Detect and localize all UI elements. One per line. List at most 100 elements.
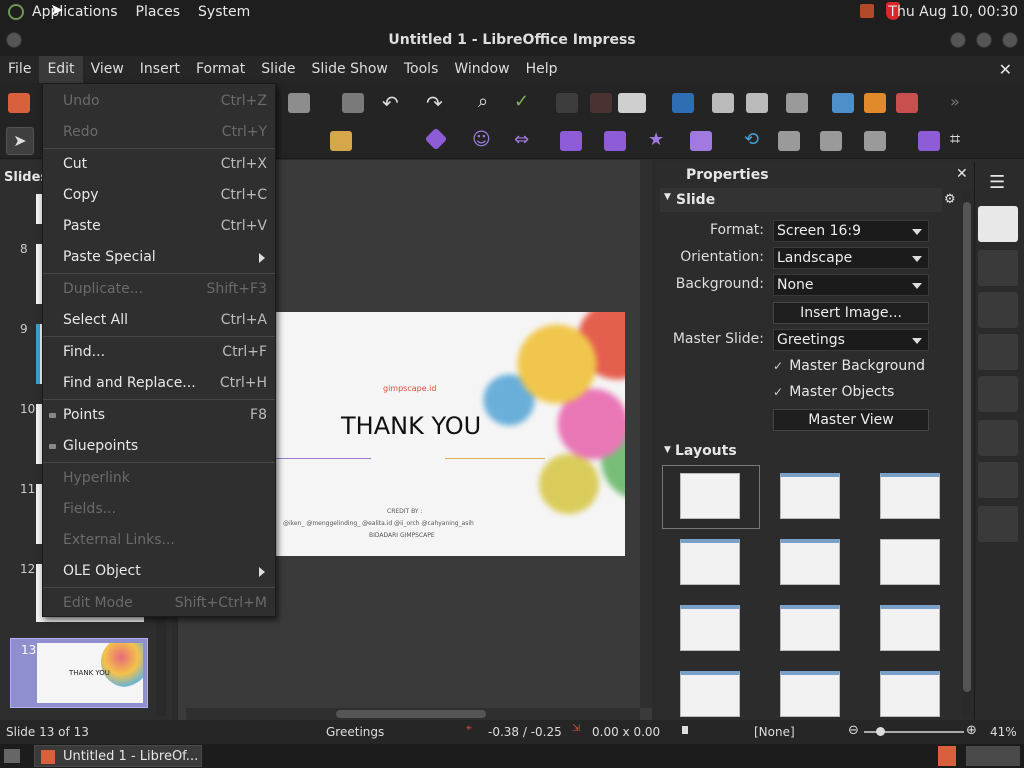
shadow-icon[interactable]	[918, 131, 940, 151]
find-replace-icon[interactable]: ⌕	[478, 91, 488, 112]
slide-transition-deck-icon[interactable]	[978, 420, 1018, 456]
animation-deck-icon[interactable]	[978, 462, 1018, 498]
menu-item-edit-mode[interactable]: Edit Mode Shift+Ctrl+M	[43, 588, 275, 619]
menu-item-copy[interactable]: Copy Ctrl+C	[43, 180, 275, 211]
shapes-deck-icon[interactable]	[978, 376, 1018, 412]
menu-item-external-links[interactable]: External Links...	[43, 525, 275, 556]
menu-edit[interactable]: Edit	[39, 56, 83, 83]
minimize-button[interactable]	[950, 32, 966, 48]
media-icon[interactable]	[864, 93, 886, 113]
menu-tools[interactable]: Tools	[396, 56, 447, 83]
menu-file[interactable]: File	[0, 56, 39, 83]
image-icon[interactable]	[832, 93, 854, 113]
layout-title-2content-content[interactable]	[680, 605, 740, 651]
master-view-button[interactable]: Master View	[773, 409, 929, 431]
zoom-slider-handle[interactable]	[876, 727, 885, 736]
menu-item-duplicate[interactable]: Duplicate... Shift+F3	[43, 274, 275, 305]
chart-icon[interactable]	[896, 93, 918, 113]
properties-deck-icon[interactable]	[978, 206, 1018, 242]
helplines-icon[interactable]	[590, 93, 612, 113]
display-views-icon[interactable]	[618, 93, 646, 113]
navigator-deck-icon[interactable]	[978, 334, 1018, 370]
rotate-icon[interactable]: ⟲	[744, 129, 759, 150]
stars-icon[interactable]: ★	[648, 129, 664, 150]
zoom-slider[interactable]	[864, 727, 964, 736]
selected-slide-thumbnail[interactable]: 13 THANK YOU	[10, 638, 148, 708]
maximize-button[interactable]	[976, 32, 992, 48]
insert-image-button[interactable]: Insert Image...	[773, 302, 929, 324]
show-desktop-icon[interactable]	[4, 749, 20, 763]
layout-title-2content-over[interactable]	[880, 605, 940, 651]
select-tool-icon[interactable]: ➤	[6, 127, 34, 155]
window-menu-icon[interactable]	[6, 32, 22, 48]
master-objects-checkbox[interactable]: ✓ Master Objects	[773, 384, 894, 404]
clock[interactable]: Thu Aug 10, 00:30	[888, 4, 1018, 20]
menu-window[interactable]: Window	[446, 56, 517, 83]
spelling-icon[interactable]: ✓	[514, 91, 529, 112]
vertical-scrollbar[interactable]	[640, 160, 652, 708]
menu-item-find[interactable]: Find... Ctrl+F	[43, 337, 275, 368]
line-color-icon[interactable]	[330, 131, 352, 151]
workspace-switcher[interactable]	[966, 746, 1020, 766]
slide-properties-settings-icon[interactable]: ⚙	[944, 192, 956, 207]
master-slide-icon[interactable]	[672, 93, 694, 113]
flowchart-icon[interactable]	[560, 131, 582, 151]
callouts-icon[interactable]	[604, 131, 626, 151]
styles-deck-icon[interactable]	[978, 250, 1018, 286]
arrange-icon[interactable]	[820, 131, 842, 151]
background-dropdown[interactable]: None	[773, 274, 929, 296]
format-dropdown[interactable]: Screen 16:9	[773, 220, 929, 242]
document-modified-icon[interactable]	[682, 726, 688, 734]
menu-slide-show[interactable]: Slide Show	[303, 56, 395, 83]
redo-icon[interactable]: ↷	[426, 91, 443, 115]
layout-title-content[interactable]	[880, 473, 940, 519]
menu-item-paste[interactable]: Paste Ctrl+V	[43, 211, 275, 242]
layout-title-content[interactable]	[780, 473, 840, 519]
menu-item-ole-object[interactable]: OLE Object	[43, 556, 275, 587]
layout-centered-text[interactable]	[880, 539, 940, 585]
undo-icon[interactable]: ↶	[382, 91, 399, 115]
toolbar-overflow-icon[interactable]: »	[950, 92, 960, 111]
align-icon[interactable]	[778, 131, 800, 151]
places-menu[interactable]: Places	[136, 4, 181, 20]
close-document-icon[interactable]: ✕	[999, 60, 1012, 79]
notification-icon[interactable]	[860, 4, 874, 18]
layout-title-6content[interactable]	[880, 671, 940, 717]
layout-title-content-over[interactable]	[680, 671, 740, 717]
layout-title-only[interactable]	[780, 539, 840, 585]
system-menu[interactable]: System	[198, 4, 250, 20]
menu-item-points[interactable]: Points F8	[43, 400, 275, 431]
menu-item-cut[interactable]: Cut Ctrl+X	[43, 149, 275, 180]
clone-formatting-icon[interactable]	[342, 93, 364, 113]
symbol-shapes-icon[interactable]: ☺	[472, 129, 491, 150]
horizontal-scrollbar[interactable]	[186, 708, 640, 720]
menu-item-select-all[interactable]: Select All Ctrl+A	[43, 305, 275, 336]
menu-format[interactable]: Format	[188, 56, 253, 83]
grid-icon[interactable]	[556, 93, 578, 113]
menu-item-redo[interactable]: Redo Ctrl+Y	[43, 117, 275, 148]
orientation-dropdown[interactable]: Landscape	[773, 247, 929, 269]
start-first-slide-icon[interactable]	[712, 93, 734, 113]
menu-item-hyperlink[interactable]: Hyperlink	[43, 463, 275, 494]
menu-insert[interactable]: Insert	[132, 56, 188, 83]
master-slide-dropdown[interactable]: Greetings	[773, 329, 929, 351]
start-current-slide-icon[interactable]	[746, 93, 768, 113]
scrollbar-thumb[interactable]	[336, 710, 486, 718]
layout-title-content-2content[interactable]	[780, 605, 840, 651]
slide-icon[interactable]	[8, 93, 30, 113]
3d-objects-icon[interactable]	[690, 131, 712, 151]
menu-item-undo[interactable]: Undo Ctrl+Z	[43, 86, 275, 117]
applications-menu[interactable]: Applications	[32, 4, 118, 20]
master-slides-deck-icon[interactable]	[978, 506, 1018, 542]
menu-view[interactable]: View	[83, 56, 132, 83]
menu-item-paste-special[interactable]: Paste Special	[43, 242, 275, 273]
crop-icon[interactable]: ⌗	[950, 129, 960, 150]
table-icon[interactable]	[786, 93, 808, 113]
layout-title-4content[interactable]	[780, 671, 840, 717]
layouts-section-header[interactable]: ▼ Layouts	[660, 441, 960, 463]
menu-item-find-replace[interactable]: Find and Replace... Ctrl+H	[43, 368, 275, 399]
slide-canvas[interactable]: gimpscape.id THANK YOU CREDIT BY : @iken…	[265, 312, 625, 556]
block-arrows-icon[interactable]: ⇔	[514, 129, 529, 150]
language-status[interactable]: [None]	[754, 725, 795, 739]
paste-icon[interactable]	[288, 93, 310, 113]
